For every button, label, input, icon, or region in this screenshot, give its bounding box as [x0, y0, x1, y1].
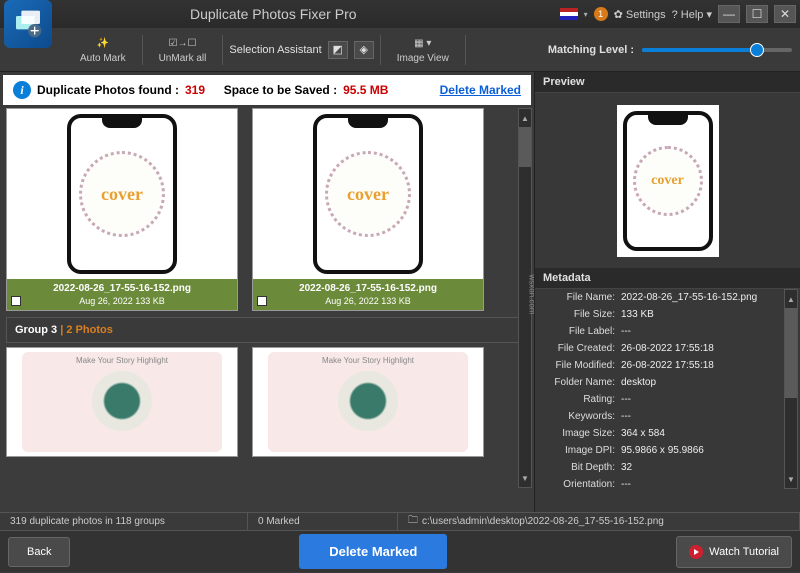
thumbnail-card[interactable]: cover 2022-08-26_17-55-16-152.pngAug 26,…: [252, 108, 484, 311]
metadata-row: Folder Name:desktop: [535, 374, 800, 391]
metadata-row: Image Size:364 x 584: [535, 425, 800, 442]
selection-assistant-label: Selection Assistant: [229, 44, 321, 56]
thumbnail-card[interactable]: cover 2022-08-26_17-55-16-152.pngAug 26,…: [6, 108, 238, 311]
folder-icon: 🗀: [408, 513, 418, 530]
matching-level-label: Matching Level :: [548, 44, 634, 56]
metadata-row: Keywords:---: [535, 408, 800, 425]
back-button[interactable]: Back: [8, 537, 70, 567]
metadata-row: File Modified:26-08-2022 17:55:18: [535, 357, 800, 374]
checkbox[interactable]: [257, 296, 267, 306]
separator: [380, 35, 381, 65]
thumbnail-card[interactable]: Make Your Story Highlight: [6, 347, 238, 457]
found-count: 319: [185, 83, 205, 97]
app-logo: [4, 0, 52, 48]
status-path: 🗀c:\users\admin\desktop\2022-08-26_17-55…: [398, 513, 800, 530]
play-icon: [689, 545, 703, 559]
metadata-row: File Label:---: [535, 323, 800, 340]
selection-assist-btn-2[interactable]: ◈: [354, 41, 374, 59]
minimize-button[interactable]: —: [718, 5, 740, 23]
matching-level-slider[interactable]: [642, 48, 792, 52]
wand-icon: ✨: [97, 35, 109, 51]
grid-icon: ▦ ▾: [414, 35, 431, 51]
delete-marked-link[interactable]: Delete Marked: [440, 83, 521, 97]
checkbox[interactable]: [11, 296, 21, 306]
info-icon: i: [13, 81, 31, 99]
separator: [222, 35, 223, 65]
status-dup-count: 319 duplicate photos in 118 groups: [0, 513, 248, 530]
app-title: Duplicate Photos Fixer Pro: [190, 6, 357, 22]
scrollbar[interactable]: ▲▼: [784, 289, 798, 489]
metadata-row: Orientation:---: [535, 476, 800, 493]
preview-header: Preview: [535, 72, 800, 93]
unmark-all-button[interactable]: ☑→☐ UnMark all: [149, 35, 217, 64]
metadata-header: Metadata: [535, 268, 800, 289]
metadata-row: Rating:---: [535, 391, 800, 408]
metadata-row: File Created:26-08-2022 17:55:18: [535, 340, 800, 357]
settings-link[interactable]: ✿ Settings: [614, 8, 666, 21]
image-view-button[interactable]: ▦ ▾ Image View: [387, 35, 459, 64]
watch-tutorial-button[interactable]: Watch Tutorial: [676, 536, 792, 568]
auto-mark-button[interactable]: ✨ Auto Mark: [70, 35, 136, 64]
separator: [142, 35, 143, 65]
language-flag-icon[interactable]: [560, 8, 578, 20]
close-button[interactable]: ✕: [774, 5, 796, 23]
uncheck-icon: ☑→☐: [169, 35, 197, 51]
notification-badge[interactable]: 1: [594, 7, 608, 21]
separator: [465, 35, 466, 65]
space-saved: 95.5 MB: [343, 83, 388, 97]
metadata-row: File Size:133 KB: [535, 306, 800, 323]
metadata-row: File Name:2022-08-26_17-55-16-152.png: [535, 289, 800, 306]
status-marked: 0 Marked: [248, 513, 398, 530]
thumbnail-card[interactable]: Make Your Story Highlight: [252, 347, 484, 457]
maximize-button[interactable]: ☐: [746, 5, 768, 23]
metadata-row: Image DPI:95.9866 x 95.9866: [535, 442, 800, 459]
group-header[interactable]: Group 3 | 2 Photos: [6, 317, 528, 343]
metadata-panel: ▲▼ File Name:2022-08-26_17-55-16-152.png…: [535, 289, 800, 512]
delete-marked-button[interactable]: Delete Marked: [299, 534, 447, 569]
preview-pane: cover: [535, 93, 800, 268]
selection-assist-btn-1[interactable]: ◩: [328, 41, 348, 59]
help-link[interactable]: ? Help ▾: [672, 8, 712, 21]
info-bar: i Duplicate Photos found : 319 Space to …: [3, 75, 531, 105]
metadata-row: Bit Depth:32: [535, 459, 800, 476]
